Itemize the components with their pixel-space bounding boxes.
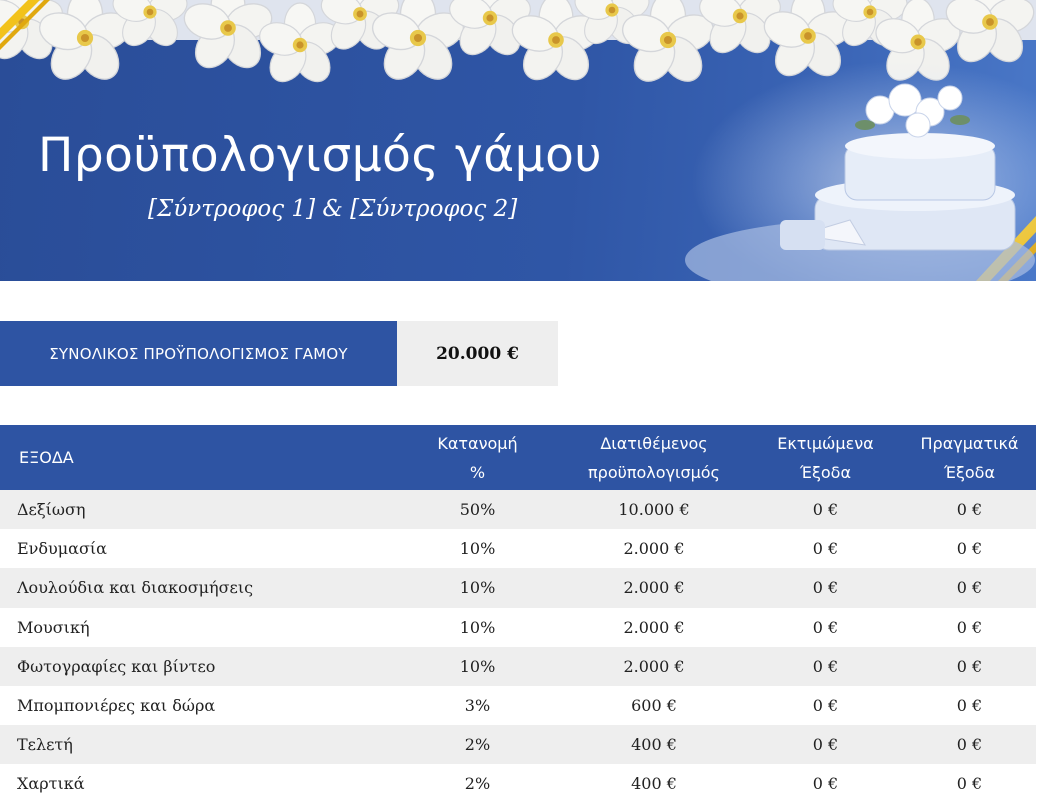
budget-cell[interactable]: 10.000 € xyxy=(560,490,748,529)
expense-name-cell[interactable]: Λουλούδια και διακοσμήσεις xyxy=(0,568,412,607)
actual-cell[interactable]: 0 € xyxy=(903,608,1036,647)
table-row: Ενδυμασία 10% 2.000 € 0 € 0 € xyxy=(0,529,1036,569)
estimated-cell[interactable]: 0 € xyxy=(748,647,903,686)
header-actual-expenses[interactable]: Πραγματικά Έξοδα xyxy=(903,425,1036,490)
header-expenses[interactable]: ΕΞΟΔΑ xyxy=(0,425,414,490)
allocation-cell[interactable]: 2% xyxy=(395,725,560,764)
expense-name-cell[interactable]: Δεξίωση xyxy=(0,490,412,529)
actual-cell[interactable]: 0 € xyxy=(903,764,1036,803)
budget-cell[interactable]: 400 € xyxy=(560,725,748,764)
expense-name-cell[interactable]: Ενδυμασία xyxy=(0,529,412,568)
expense-name-cell[interactable]: Χαρτικά xyxy=(0,764,412,803)
partners-subtitle[interactable]: [Σύντροφος 1] & [Σύντροφος 2] xyxy=(148,196,517,222)
allocation-cell[interactable]: 10% xyxy=(395,568,560,607)
actual-cell[interactable]: 0 € xyxy=(903,529,1036,568)
header-estimated-expenses[interactable]: Εκτιμώμενα Έξοδα xyxy=(748,425,903,490)
actual-cell[interactable]: 0 € xyxy=(903,647,1036,686)
wedding-cake-image xyxy=(685,83,1035,281)
table-row: Μουσική 10% 2.000 € 0 € 0 € xyxy=(0,607,1036,647)
estimated-cell[interactable]: 0 € xyxy=(748,490,903,529)
allocation-cell[interactable]: 2% xyxy=(395,764,560,803)
allocation-cell[interactable]: 50% xyxy=(395,490,560,529)
estimated-cell[interactable]: 0 € xyxy=(748,568,903,607)
estimated-cell[interactable]: 0 € xyxy=(748,725,903,764)
budget-cell[interactable]: 2.000 € xyxy=(560,608,748,647)
expense-name-cell[interactable]: Φωτογραφίες και βίντεο xyxy=(0,647,412,686)
expense-name-cell[interactable]: Μουσική xyxy=(0,608,412,647)
allocation-cell[interactable]: 10% xyxy=(395,529,560,568)
allocation-cell[interactable]: 10% xyxy=(395,608,560,647)
expense-name-cell[interactable]: Τελετή xyxy=(0,725,412,764)
estimated-cell[interactable]: 0 € xyxy=(748,764,903,803)
table-header: ΕΞΟΔΑ Κατανομή % Διατιθέμενος προϋπολογι… xyxy=(0,425,1036,490)
actual-cell[interactable]: 0 € xyxy=(903,490,1036,529)
allocation-cell[interactable]: 10% xyxy=(395,647,560,686)
header-available-budget[interactable]: Διατιθέμενος προϋπολογισμός xyxy=(560,425,748,490)
page-title: Προϋπολογισμός γάμου xyxy=(38,128,603,183)
table-row: Λουλούδια και διακοσμήσεις 10% 2.000 € 0… xyxy=(0,568,1036,608)
estimated-cell[interactable]: 0 € xyxy=(748,686,903,725)
table-row: Χαρτικά 2% 400 € 0 € 0 € xyxy=(0,764,1036,804)
table-row: Φωτογραφίες και βίντεο 10% 2.000 € 0 € 0… xyxy=(0,646,1036,686)
budget-cell[interactable]: 2.000 € xyxy=(560,529,748,568)
budget-cell[interactable]: 400 € xyxy=(560,764,748,803)
table-row: Δεξίωση 50% 10.000 € 0 € 0 € xyxy=(0,490,1036,530)
estimated-cell[interactable]: 0 € xyxy=(748,529,903,568)
ribbon-top-left-decoration xyxy=(0,0,50,50)
budget-cell[interactable]: 2.000 € xyxy=(560,568,748,607)
allocation-cell[interactable]: 3% xyxy=(395,686,560,725)
total-budget-label: ΣΥΝΟΛΙΚΟΣ ΠΡΟΫΠΟΛΟΓΙΣΜΟΣ ΓΑΜΟΥ xyxy=(0,321,397,386)
actual-cell[interactable]: 0 € xyxy=(903,568,1036,607)
header-banner: Προϋπολογισμός γάμου [Σύντροφος 1] & [Σύ… xyxy=(0,0,1036,281)
budget-cell[interactable]: 600 € xyxy=(560,686,748,725)
budget-cell[interactable]: 2.000 € xyxy=(560,647,748,686)
total-budget-value[interactable]: 20.000 € xyxy=(397,321,558,386)
actual-cell[interactable]: 0 € xyxy=(903,686,1036,725)
estimated-cell[interactable]: 0 € xyxy=(748,608,903,647)
header-allocation[interactable]: Κατανομή % xyxy=(395,425,560,490)
table-row: Μπομπονιέρες και δώρα 3% 600 € 0 € 0 € xyxy=(0,685,1036,726)
actual-cell[interactable]: 0 € xyxy=(903,725,1036,764)
expenses-table: ΕΞΟΔΑ Κατανομή % Διατιθέμενος προϋπολογι… xyxy=(0,425,1036,804)
expense-name-cell[interactable]: Μπομπονιέρες και δώρα xyxy=(0,686,412,725)
table-row: Τελετή 2% 400 € 0 € 0 € xyxy=(0,725,1036,765)
